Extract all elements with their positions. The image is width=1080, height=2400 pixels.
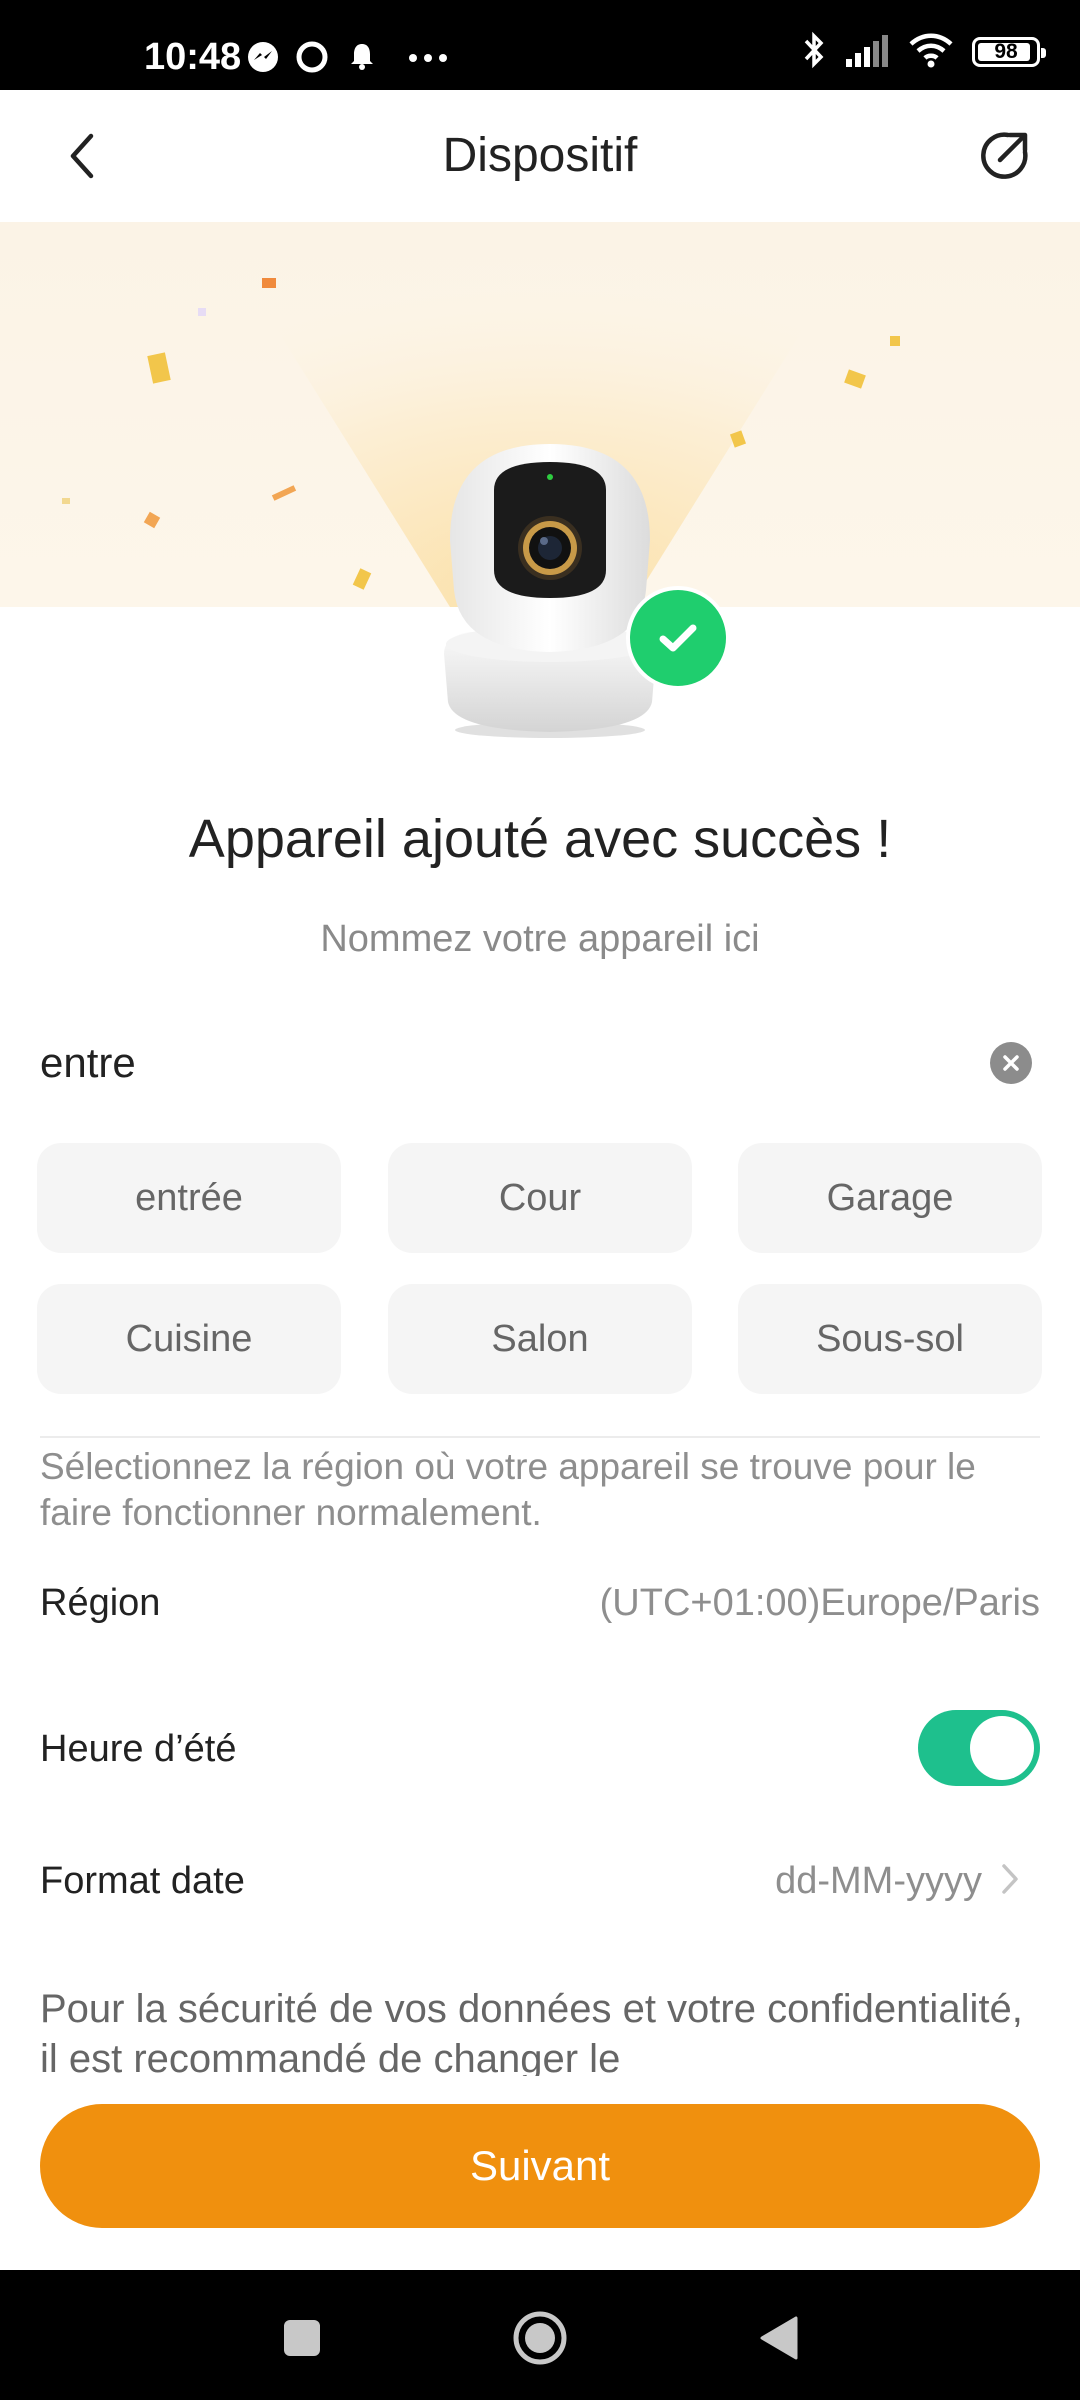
name-prompt: Nommez votre appareil ici [320,918,760,960]
status-right: 98 [802,31,1046,73]
home-button[interactable] [510,2308,570,2368]
suggestion-chip-salon[interactable]: Salon [388,1284,692,1394]
status-bar: 10:48 98 [0,0,1080,90]
check-icon [659,624,697,652]
bluetooth-icon [802,31,826,74]
success-check-badge [626,586,730,690]
dst-label: Heure d’été [40,1728,237,1770]
square-icon [284,2320,320,2356]
share-button[interactable] [972,124,1036,188]
region-hint: Sélectionnez la région où votre appareil… [40,1446,976,1533]
region-value: (UTC+01:00)Europe/Paris [599,1582,1040,1624]
more-dots-icon [408,50,448,68]
back-nav-button[interactable] [748,2308,808,2368]
system-nav-bar [0,2270,1080,2400]
notification-bell-icon [346,40,378,77]
home-circle-icon [513,2311,567,2365]
battery-icon: 98 [972,37,1046,67]
divider [40,1436,1040,1438]
suggestion-chip-cour[interactable]: Cour [388,1143,692,1253]
status-time: 10:48 [144,36,242,78]
chevron-right-icon [1000,1862,1020,1901]
region-label: Région [40,1582,161,1624]
battery-level: 98 [994,40,1018,63]
page-title: Dispositif [442,129,638,182]
clear-input-button[interactable] [990,1042,1032,1084]
suggestion-chip-entree[interactable]: entrée [37,1143,341,1253]
app-header: Dispositif [0,90,1080,222]
signal-icon [844,33,890,72]
external-link-icon [981,132,1028,179]
dst-toggle[interactable] [918,1710,1040,1786]
success-title: Appareil ajouté avec succès ! [188,809,892,869]
security-notice: Pour la sécurité de vos données et votre… [40,1987,1023,2076]
messenger-icon [246,40,280,79]
device-name-input[interactable] [40,1032,960,1094]
suggestion-chip-cuisine[interactable]: Cuisine [37,1284,341,1394]
date-format-value: dd-MM-yyyy [775,1860,982,1902]
toggle-knob [970,1716,1034,1780]
suggestion-chip-sous-sol[interactable]: Sous-sol [738,1284,1042,1394]
close-icon [1003,1055,1019,1071]
suggestion-chip-garage[interactable]: Garage [738,1143,1042,1253]
recent-apps-button[interactable] [272,2308,332,2368]
date-format-label: Format date [40,1860,245,1902]
triangle-back-icon [760,2316,798,2360]
circle-app-icon [295,40,329,79]
wifi-icon [908,32,954,73]
camera-illustration [430,440,670,740]
next-button[interactable]: Suivant [40,2104,1040,2228]
